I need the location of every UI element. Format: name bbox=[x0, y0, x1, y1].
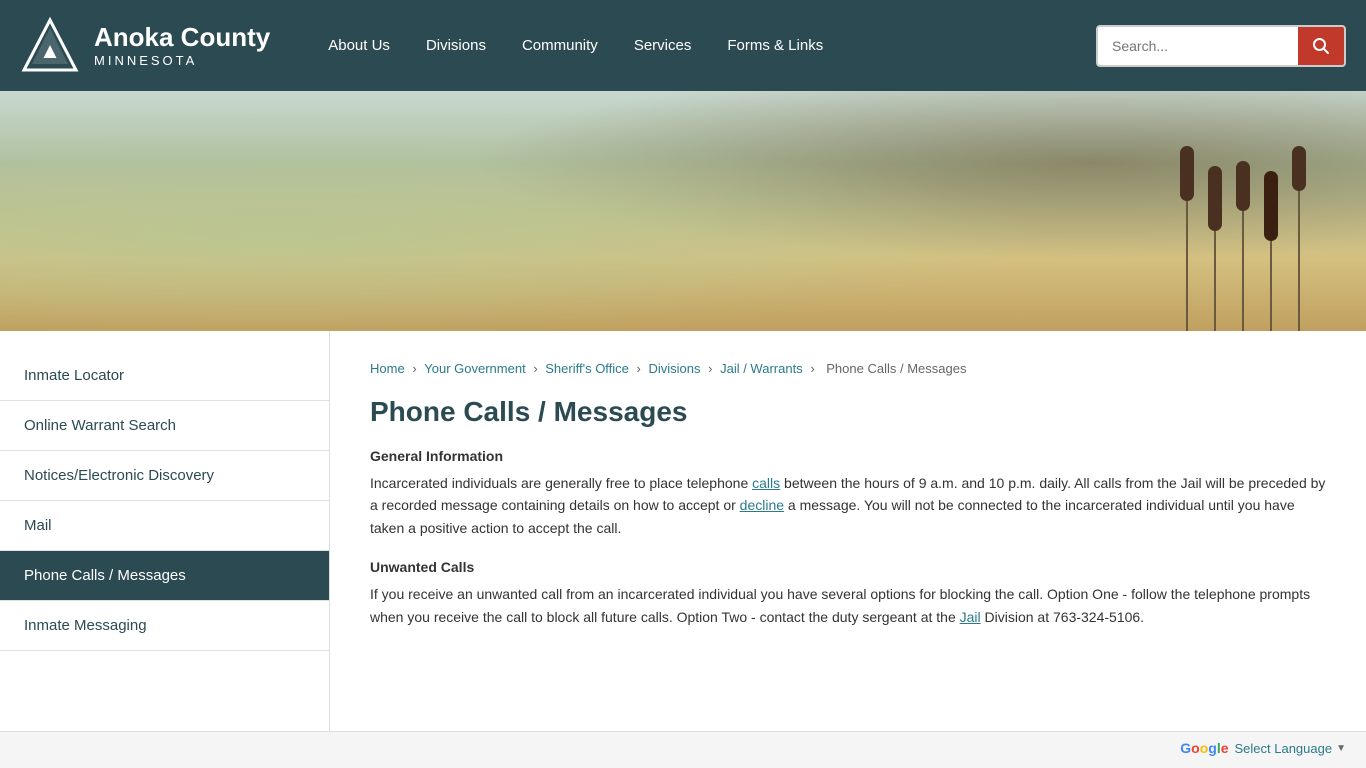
section-unwanted-calls: Unwanted Calls If you receive an unwante… bbox=[370, 559, 1326, 628]
breadcrumb-your-government[interactable]: Your Government bbox=[424, 361, 525, 376]
link-calls[interactable]: calls bbox=[752, 475, 780, 491]
section-unwanted-calls-heading: Unwanted Calls bbox=[370, 559, 1326, 575]
section-general-info-body: Incarcerated individuals are generally f… bbox=[370, 472, 1326, 539]
section-general-info: General Information Incarcerated individ… bbox=[370, 448, 1326, 539]
link-decline[interactable]: decline bbox=[740, 497, 784, 513]
nav-item-services[interactable]: Services bbox=[616, 0, 710, 91]
breadcrumb-sep-1: › bbox=[533, 361, 541, 376]
nav-item-community[interactable]: Community bbox=[504, 0, 616, 91]
sidebar-item-inmate-locator[interactable]: Inmate Locator bbox=[0, 351, 329, 401]
main-nav: About Us Divisions Community Services Fo… bbox=[310, 0, 1096, 91]
site-logo[interactable]: ▲ Anoka County MINNESOTA bbox=[20, 16, 270, 76]
state-name: MINNESOTA bbox=[94, 53, 270, 69]
breadcrumb-sep-4: › bbox=[810, 361, 818, 376]
sidebar-item-online-warrant-search[interactable]: Online Warrant Search bbox=[0, 401, 329, 451]
breadcrumb-sep-0: › bbox=[412, 361, 420, 376]
logo-text: Anoka County MINNESOTA bbox=[94, 22, 270, 69]
section-general-info-heading: General Information bbox=[370, 448, 1326, 464]
section-unwanted-calls-body: If you receive an unwanted call from an … bbox=[370, 583, 1326, 628]
content-area: Inmate Locator Online Warrant Search Not… bbox=[0, 331, 1366, 731]
hero-banner bbox=[0, 91, 1366, 331]
breadcrumb: Home › Your Government › Sheriff's Offic… bbox=[370, 361, 1326, 376]
search-icon bbox=[1312, 37, 1330, 55]
google-translate-widget: Google Select Language ▼ bbox=[1180, 740, 1346, 756]
search-box bbox=[1096, 25, 1346, 67]
link-jail[interactable]: Jail bbox=[960, 609, 981, 625]
sidebar-item-inmate-messaging[interactable]: Inmate Messaging bbox=[0, 601, 329, 651]
hero-background bbox=[0, 91, 1366, 331]
breadcrumb-sheriffs-office[interactable]: Sheriff's Office bbox=[545, 361, 629, 376]
footer-bar: Google Select Language ▼ bbox=[0, 731, 1366, 764]
sidebar-item-mail[interactable]: Mail bbox=[0, 501, 329, 551]
sidebar: Inmate Locator Online Warrant Search Not… bbox=[0, 331, 330, 731]
breadcrumb-sep-3: › bbox=[708, 361, 716, 376]
site-header: ▲ Anoka County MINNESOTA About Us Divisi… bbox=[0, 0, 1366, 91]
google-g-icon: Google bbox=[1180, 740, 1228, 756]
select-language-button[interactable]: Select Language ▼ bbox=[1235, 741, 1347, 756]
breadcrumb-jail-warrants[interactable]: Jail / Warrants bbox=[720, 361, 803, 376]
sidebar-item-phone-calls-messages[interactable]: Phone Calls / Messages bbox=[0, 551, 329, 601]
breadcrumb-sep-2: › bbox=[637, 361, 645, 376]
search-area bbox=[1096, 25, 1346, 67]
logo-icon: ▲ bbox=[20, 16, 80, 76]
county-name: Anoka County bbox=[94, 22, 270, 53]
nav-item-about-us[interactable]: About Us bbox=[310, 0, 408, 91]
nav-item-forms-links[interactable]: Forms & Links bbox=[709, 0, 841, 91]
chevron-down-icon: ▼ bbox=[1336, 743, 1346, 754]
breadcrumb-divisions[interactable]: Divisions bbox=[649, 361, 701, 376]
search-input[interactable] bbox=[1098, 28, 1298, 64]
breadcrumb-home[interactable]: Home bbox=[370, 361, 405, 376]
select-language-label: Select Language bbox=[1235, 741, 1333, 756]
main-content: Home › Your Government › Sheriff's Offic… bbox=[330, 331, 1366, 731]
nav-item-divisions[interactable]: Divisions bbox=[408, 0, 504, 91]
cattails-decoration bbox=[1180, 111, 1306, 331]
sidebar-item-notices-electronic-discovery[interactable]: Notices/Electronic Discovery bbox=[0, 451, 329, 501]
svg-text:▲: ▲ bbox=[39, 38, 61, 63]
breadcrumb-current: Phone Calls / Messages bbox=[826, 361, 966, 376]
search-button[interactable] bbox=[1298, 27, 1344, 65]
page-title: Phone Calls / Messages bbox=[370, 396, 1326, 428]
